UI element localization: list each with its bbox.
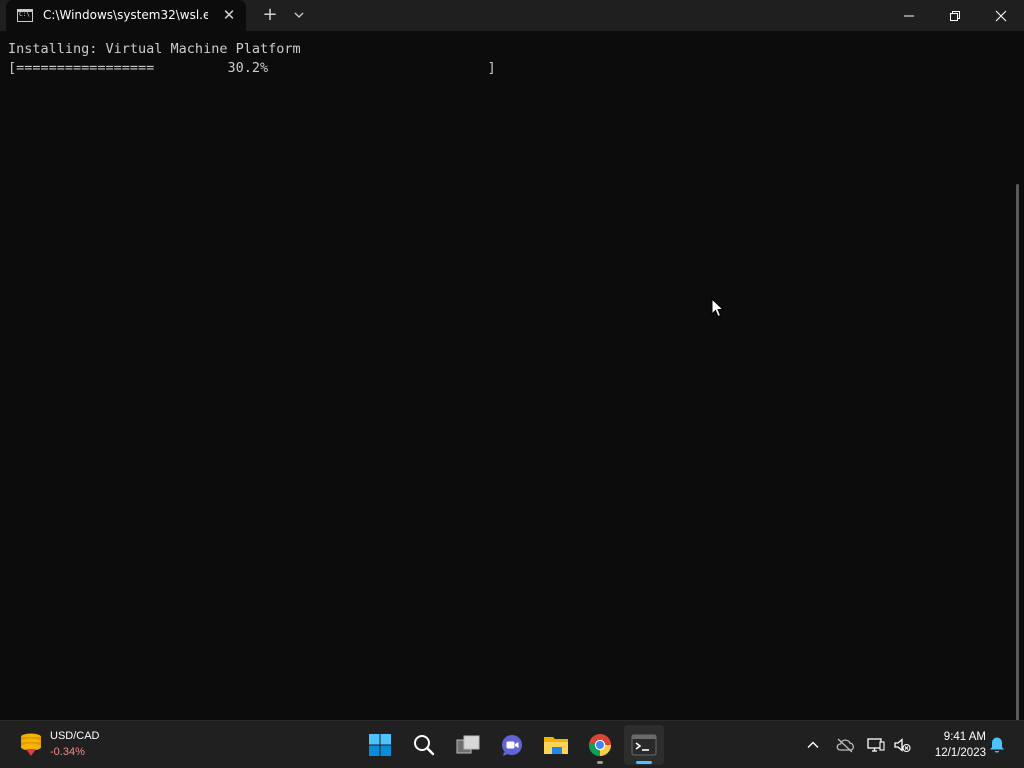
terminal-output[interactable]: Installing: Virtual Machine Platform [==… bbox=[0, 31, 1024, 730]
minimize-icon bbox=[904, 15, 914, 16]
close-icon bbox=[995, 10, 1007, 21]
tab-title: C:\Windows\system32\wsl.exe bbox=[43, 8, 208, 22]
widget-change: -0.34% bbox=[50, 746, 85, 758]
active-indicator bbox=[636, 761, 652, 764]
restore-icon bbox=[950, 10, 960, 21]
widget-title: USD/CAD bbox=[50, 730, 100, 742]
running-indicator bbox=[597, 761, 603, 764]
bell-icon bbox=[990, 737, 1004, 753]
windows-logo-icon bbox=[369, 734, 391, 756]
search-button[interactable] bbox=[404, 725, 444, 765]
clock-date: 12/1/2023 bbox=[934, 747, 986, 759]
file-explorer-button[interactable] bbox=[536, 725, 576, 765]
widgets-button[interactable]: USD/CAD -0.34% bbox=[14, 727, 124, 763]
task-view-button[interactable] bbox=[448, 725, 488, 765]
title-bar[interactable]: C:\Windows\system32\wsl.exe ✕ + bbox=[0, 0, 1024, 31]
clock-button[interactable]: 9:41 AM 12/1/2023 bbox=[920, 729, 986, 761]
terminal-button[interactable] bbox=[624, 725, 664, 765]
chat-camera-icon bbox=[502, 735, 522, 756]
chat-button[interactable] bbox=[492, 725, 532, 765]
mouse-cursor-icon bbox=[711, 298, 725, 318]
progress-open-bracket: [ bbox=[8, 60, 17, 76]
notifications-button[interactable] bbox=[986, 721, 1008, 768]
folder-icon bbox=[544, 737, 568, 754]
search-icon bbox=[414, 735, 435, 756]
chrome-button[interactable] bbox=[580, 725, 620, 765]
close-window-button[interactable] bbox=[978, 0, 1024, 31]
tab-dropdown-button[interactable] bbox=[288, 4, 310, 26]
taskbar: USD/CAD -0.34% 9:41 AM 12/1/2023 bbox=[0, 720, 1024, 768]
minimize-button[interactable] bbox=[886, 0, 932, 31]
start-button[interactable] bbox=[360, 725, 400, 765]
task-view-icon bbox=[456, 735, 480, 754]
network-button[interactable] bbox=[864, 721, 888, 768]
network-icon bbox=[867, 738, 885, 752]
onedrive-button[interactable] bbox=[832, 721, 858, 768]
cmd-icon bbox=[17, 9, 33, 22]
chrome-icon bbox=[588, 734, 611, 757]
progress-close-bracket: ] bbox=[487, 60, 496, 76]
chevron-down-icon bbox=[294, 12, 304, 18]
show-hidden-icons-button[interactable] bbox=[800, 721, 826, 768]
progress-gap bbox=[154, 60, 227, 76]
tab-wsl[interactable]: C:\Windows\system32\wsl.exe ✕ bbox=[6, 0, 246, 31]
currency-coins-icon bbox=[21, 733, 41, 756]
restore-button[interactable] bbox=[932, 0, 978, 31]
progress-gap bbox=[268, 60, 487, 76]
chevron-up-icon bbox=[807, 741, 819, 748]
clock-time: 9:41 AM bbox=[943, 731, 986, 743]
progress-fill: ================= bbox=[16, 60, 155, 76]
install-status-line: Installing: Virtual Machine Platform bbox=[8, 41, 301, 57]
tab-close-button[interactable]: ✕ bbox=[220, 6, 238, 24]
cloud-off-icon bbox=[836, 738, 854, 753]
new-tab-button[interactable]: + bbox=[258, 4, 282, 26]
progress-line: [================= 30.2% ] bbox=[8, 59, 496, 77]
progress-percent: 30.2% bbox=[227, 60, 269, 76]
volume-button[interactable] bbox=[890, 721, 914, 768]
terminal-icon bbox=[631, 734, 657, 756]
volume-muted-icon bbox=[894, 738, 911, 753]
vertical-scrollbar[interactable] bbox=[1016, 184, 1019, 730]
